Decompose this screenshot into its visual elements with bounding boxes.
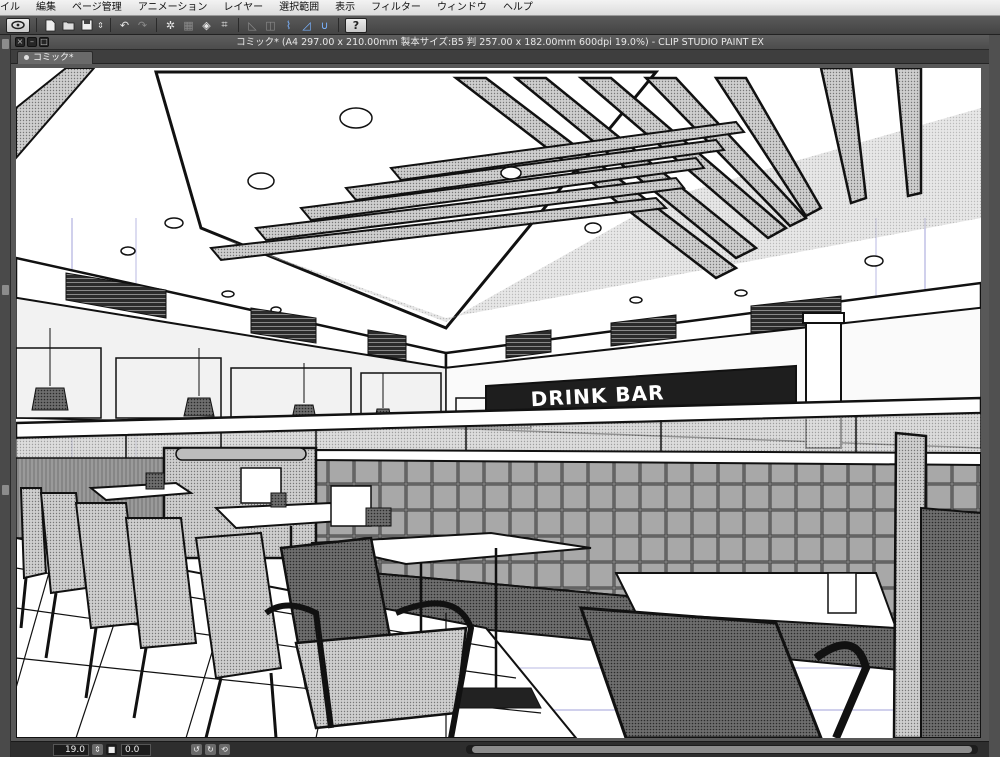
status-bar: 19.0 ⇕ ■ 0.0 ↺ ↻ ⟲ — [11, 741, 989, 757]
fit-view-icon[interactable]: ■ — [106, 744, 117, 755]
document-title: コミック* (A4 297.00 x 210.00mm 製本サイズ:B5 判 2… — [236, 37, 764, 48]
new-file-icon[interactable] — [43, 18, 58, 33]
menu-animation[interactable]: アニメーション — [130, 0, 216, 16]
menu-filter[interactable]: フィルター — [363, 0, 429, 16]
artwork-canvas[interactable]: DRINK BAR — [14, 66, 983, 740]
perspective-snap-icon[interactable]: ◿ — [299, 18, 314, 33]
cafe-interior-illustration: DRINK BAR — [14, 66, 983, 740]
menu-view[interactable]: 表示 — [327, 0, 363, 16]
reset-rotation-icon[interactable]: ⟲ — [219, 744, 230, 755]
clip-studio-icon[interactable] — [6, 17, 30, 33]
app-menubar: イル 編集 ページ管理 アニメーション レイヤー 選択範囲 表示 フィルター ウ… — [0, 0, 1000, 16]
save-icon[interactable] — [79, 18, 94, 33]
redo-icon[interactable]: ↷ — [135, 18, 150, 33]
menu-selection[interactable]: 選択範囲 — [271, 0, 327, 16]
save-options-chevron-icon[interactable]: ⇕ — [97, 18, 104, 33]
unsaved-dot-icon — [24, 55, 29, 60]
menu-layer[interactable]: レイヤー — [215, 0, 271, 16]
zoom-stepper-icon[interactable]: ⇕ — [92, 744, 103, 755]
left-palette-dock — [0, 35, 11, 757]
right-palette-dock — [989, 35, 1000, 757]
document-titlebar: × – □ コミック* (A4 297.00 x 210.00mm 製本サイズ:… — [11, 35, 989, 50]
toolbar-separator — [110, 18, 111, 32]
scrollbar-thumb[interactable] — [472, 746, 972, 753]
clear-outside-selection-icon[interactable]: ▦ — [181, 18, 196, 33]
menu-help[interactable]: ヘルプ — [495, 0, 541, 16]
snap-ruler-icon[interactable]: ◺ — [245, 18, 260, 33]
open-file-icon[interactable] — [61, 18, 76, 33]
menu-file[interactable]: イル — [0, 0, 28, 16]
symmetry-icon[interactable]: ∪ — [317, 18, 332, 33]
canvas-area[interactable]: DRINK BAR — [11, 64, 989, 741]
toolbar-separator — [338, 18, 339, 32]
rotation-field[interactable]: 0.0 — [121, 743, 151, 756]
dock-handle-icon[interactable] — [2, 285, 9, 295]
tab-comic[interactable]: コミック* — [17, 51, 93, 64]
zoom-field[interactable]: 19.0 — [53, 743, 89, 756]
document-window: × – □ コミック* (A4 297.00 x 210.00mm 製本サイズ:… — [11, 35, 989, 757]
dock-handle-icon[interactable] — [2, 485, 9, 495]
menu-window[interactable]: ウィンドウ — [429, 0, 495, 16]
toolbar-separator — [36, 18, 37, 32]
rotate-right-icon[interactable]: ↻ — [205, 744, 216, 755]
tab-label: コミック* — [33, 53, 74, 63]
document-tabbar: コミック* — [11, 50, 989, 64]
rotate-left-icon[interactable]: ↺ — [191, 744, 202, 755]
snap-special-ruler-icon[interactable]: ◫ — [263, 18, 278, 33]
toolbar-separator — [238, 18, 239, 32]
dock-collapse-icon[interactable] — [2, 39, 9, 49]
toolbar-separator — [156, 18, 157, 32]
undo-icon[interactable]: ↶ — [117, 18, 132, 33]
fill-icon[interactable]: ◈ — [199, 18, 214, 33]
menu-page-management[interactable]: ページ管理 — [64, 0, 130, 16]
command-bar: ⇕ ↶ ↷ ✲ ▦ ◈ ⌗ ◺ ◫ ⌇ ◿ ∪ ? — [0, 16, 1000, 35]
clear-icon[interactable]: ✲ — [163, 18, 178, 33]
horizontal-scrollbar[interactable] — [466, 745, 978, 754]
help-icon[interactable]: ? — [345, 17, 367, 33]
scale-rotate-icon[interactable]: ⌗ — [217, 18, 232, 33]
snap-grid-icon[interactable]: ⌇ — [281, 18, 296, 33]
menu-edit[interactable]: 編集 — [28, 0, 64, 16]
